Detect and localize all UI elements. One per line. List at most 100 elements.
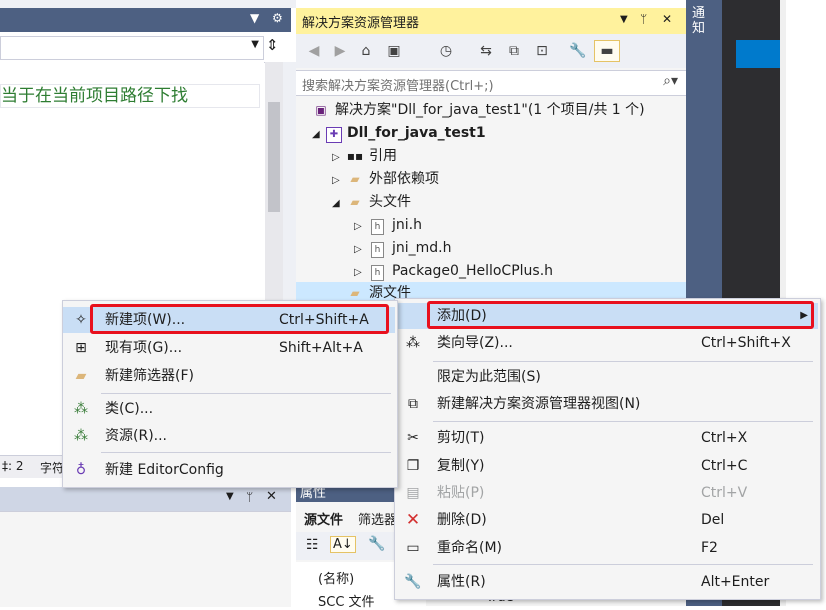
menu-item-label: 剪切(T) — [437, 430, 485, 446]
menu-item-properties[interactable]: 🔧 属性(R) Alt+Enter — [395, 569, 818, 595]
menu-item-label: 资源(R)... — [105, 428, 168, 444]
line-number-label: ‡: 2 — [2, 459, 24, 473]
menu-item-shortcut: F2 — [701, 540, 718, 556]
split-icon[interactable]: ⇕ — [266, 36, 279, 54]
delete-icon: ✕ — [405, 510, 421, 530]
property-name: (名称) — [318, 572, 355, 587]
solution-explorer-toolbar: ◀ ▶ ⌂ ▣ ◷ ⇆ ⧉ ⊡ 🔧 ▬ — [296, 34, 686, 68]
class-wizard-icon: ⁂ — [406, 335, 420, 351]
expanded-icon[interactable]: ◢ — [332, 193, 346, 215]
bottom-panel-titlebar: ▼ ᛘ ✕ — [0, 487, 291, 511]
search-icon[interactable]: ⌕▾ — [663, 73, 678, 89]
menu-item-resource[interactable]: ⁂ 资源(R)... — [63, 423, 395, 449]
collapse-all-icon[interactable]: ⧉ — [504, 41, 524, 61]
switch-views-icon[interactable]: ▣ — [384, 41, 404, 61]
pin-icon[interactable]: ᛘ — [246, 490, 253, 504]
menu-item-shortcut: Alt+Enter — [701, 574, 770, 590]
history-icon[interactable]: ◷ — [436, 41, 456, 61]
tree-item-header-files[interactable]: ◢ ▰ 头文件 — [332, 191, 411, 213]
tree-item-package-h[interactable]: ▷ h Package0_HelloCPlus.h — [354, 260, 553, 282]
scrollbar-thumb[interactable] — [268, 102, 280, 212]
tree-label: 外部依赖项 — [369, 171, 439, 187]
dropdown-icon[interactable]: ▼ — [620, 14, 628, 25]
properties-filter-label: 筛选器 — [358, 513, 398, 528]
tree-item-jni-md-h[interactable]: ▷ h jni_md.h — [354, 237, 452, 259]
references-icon: ▪▪ — [346, 149, 364, 163]
tree-item-solution[interactable]: ▣ 解决方案"Dll_for_java_test1"(1 个项目/共 1 个) — [312, 99, 645, 121]
menu-item-cut[interactable]: ✂ 剪切(T) Ctrl+X — [395, 425, 818, 451]
preview-selected-icon[interactable]: ▬ — [594, 40, 620, 62]
code-comment-line: 当于在当前项目路径下找 — [0, 84, 260, 108]
tree-item-external-deps[interactable]: ▷ ▰ 外部依赖项 — [332, 168, 439, 190]
solution-icon: ▣ — [315, 103, 327, 117]
dropdown-icon[interactable]: ▼ — [226, 491, 234, 502]
menu-item-scope[interactable]: 限定为此范围(S) — [395, 364, 818, 390]
solution-explorer-search[interactable]: 搜索解决方案资源管理器(Ctrl+;) ⌕▾ — [296, 70, 686, 96]
menu-item-class-wizard[interactable]: ⁂ 类向导(Z)... Ctrl+Shift+X — [395, 330, 818, 356]
member-dropdown[interactable]: ▼ — [0, 36, 264, 60]
solution-explorer-title: 解决方案资源管理器 — [302, 16, 420, 31]
menu-item-copy[interactable]: ❐ 复制(Y) Ctrl+C — [395, 453, 818, 479]
menu-item-new-view[interactable]: ⧉ 新建解决方案资源管理器视图(N) — [395, 391, 818, 417]
editorconfig-icon: ♁ — [75, 462, 87, 478]
tree-label: 解决方案"Dll_for_java_test1"(1 个项目/共 1 个) — [335, 102, 645, 118]
close-icon[interactable]: ✕ — [266, 489, 277, 504]
expanded-icon[interactable]: ◢ — [312, 124, 326, 146]
folder-icon: ▰ — [350, 195, 360, 209]
menu-separator — [433, 564, 813, 565]
project-icon: ✚ — [326, 127, 342, 143]
categorized-icon[interactable]: ☷ — [306, 537, 319, 553]
collapsed-icon[interactable]: ▷ — [332, 170, 346, 192]
wrench-icon[interactable]: 🔧 — [568, 41, 588, 61]
menu-item-label: 新建 EditorConfig — [105, 462, 224, 478]
pin-icon[interactable]: ᛘ — [640, 12, 647, 26]
menu-item-delete[interactable]: ✕ 删除(D) Del — [395, 507, 818, 533]
highlight-box-add — [427, 301, 814, 329]
tree-item-references[interactable]: ▷ ▪▪ 引用 — [332, 145, 397, 167]
search-input[interactable]: 搜索解决方案资源管理器(Ctrl+;) — [302, 75, 494, 94]
gear-icon[interactable]: ⚙ — [272, 11, 283, 25]
header-file-icon: h — [371, 219, 384, 235]
tree-item-project[interactable]: ◢ ✚ Dll_for_java_test1 — [312, 122, 486, 144]
folder-icon: ▰ — [350, 286, 360, 300]
notifications-label: 通知 — [692, 6, 706, 36]
wrench-icon: 🔧 — [404, 574, 422, 590]
back-icon[interactable]: ◀ — [304, 41, 324, 61]
close-icon[interactable]: ✕ — [662, 12, 672, 26]
forward-icon[interactable]: ▶ — [330, 41, 350, 61]
tree-label: jni_md.h — [392, 240, 452, 256]
home-icon[interactable]: ⌂ — [356, 41, 376, 61]
wrench-icon[interactable]: 🔧 — [368, 536, 385, 552]
menu-item-existing-item[interactable]: ⊞ 现有项(G)... Shift+Alt+A — [63, 335, 395, 361]
menu-item-editorconfig[interactable]: ♁ 新建 EditorConfig — [63, 457, 395, 483]
menu-item-new-filter[interactable]: ▰ 新建筛选器(F) — [63, 363, 395, 389]
menu-item-label: 删除(D) — [437, 512, 487, 528]
menu-item-label: 新建解决方案资源管理器视图(N) — [437, 396, 641, 412]
dropdown-icon[interactable]: ▼ — [250, 11, 259, 25]
alphabetical-icon[interactable]: A↓ — [330, 536, 356, 553]
new-view-icon: ⧉ — [408, 396, 418, 412]
menu-item-label: 属性(R) — [437, 574, 486, 590]
collapsed-icon[interactable]: ▷ — [354, 216, 368, 238]
header-file-icon: h — [371, 242, 384, 258]
show-all-files-icon[interactable]: ⊡ — [532, 41, 552, 61]
menu-item-paste[interactable]: ▤ 粘贴(P) Ctrl+V — [395, 480, 818, 506]
editor-left-gap — [0, 0, 296, 8]
bottom-panel-body — [0, 511, 291, 607]
chevron-down-icon: ▼ — [251, 39, 259, 50]
sync-icon[interactable]: ⇆ — [476, 41, 496, 61]
collapsed-icon[interactable]: ▷ — [332, 147, 346, 169]
highlight-box-new-item — [90, 304, 389, 334]
menu-item-shortcut: Shift+Alt+A — [279, 340, 363, 356]
paste-icon: ▤ — [406, 485, 420, 501]
tree-item-jni-h[interactable]: ▷ h jni.h — [354, 214, 422, 236]
menu-item-label: 类(C)... — [105, 401, 154, 417]
menu-item-label: 重命名(M) — [437, 540, 503, 556]
rename-icon: ▭ — [406, 540, 420, 556]
tree-label: 头文件 — [369, 194, 411, 210]
collapsed-icon[interactable]: ▷ — [354, 262, 368, 284]
menu-item-rename[interactable]: ▭ 重命名(M) F2 — [395, 535, 818, 561]
menu-item-class[interactable]: ⁂ 类(C)... — [63, 396, 395, 422]
collapsed-icon[interactable]: ▷ — [354, 239, 368, 261]
copy-icon: ❐ — [406, 458, 420, 474]
